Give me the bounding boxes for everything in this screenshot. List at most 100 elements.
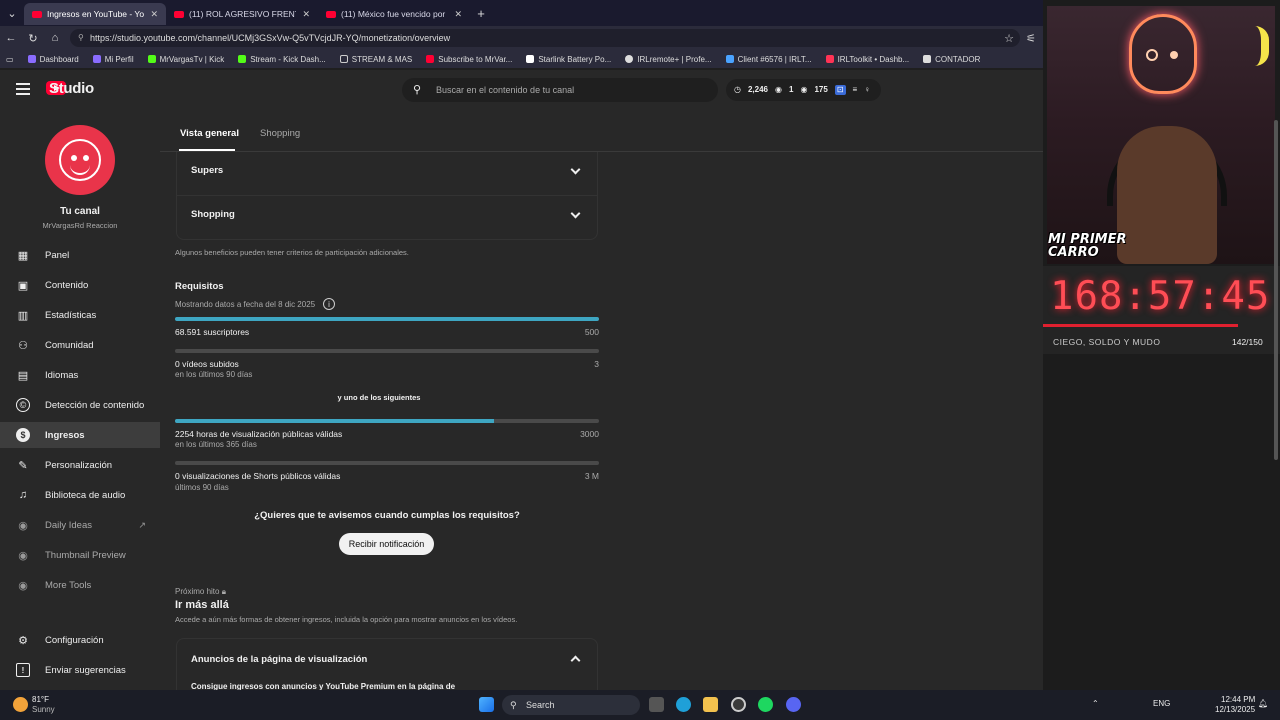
channel-avatar[interactable] bbox=[45, 125, 115, 195]
next-milestone-label: Próximo hito 🔒︎ bbox=[175, 587, 226, 596]
sidebar-item-daily-ideas[interactable]: ◉ Daily Ideas ↗ bbox=[0, 512, 160, 538]
file-explorer-icon[interactable] bbox=[703, 697, 718, 712]
banana-icon bbox=[1255, 26, 1269, 66]
favorite-star-icon[interactable]: ☆ bbox=[998, 32, 1020, 45]
studio-logo[interactable]: Studio bbox=[46, 80, 94, 97]
audio-library-icon: ♫ bbox=[18, 489, 28, 501]
close-tab-icon[interactable]: ✕ bbox=[302, 9, 310, 20]
url-field[interactable]: ⚲ https://studio.youtube.com/channel/UCM… bbox=[70, 29, 1020, 47]
active-tab-indicator bbox=[179, 149, 235, 151]
youtube-icon bbox=[326, 10, 336, 18]
spotify-icon[interactable] bbox=[758, 697, 773, 712]
sidebar-item-analytics[interactable]: ▥ Estadísticas bbox=[0, 302, 160, 328]
bookmark-menu-icon[interactable]: ▭ bbox=[6, 55, 14, 64]
search-icon: ⚲ bbox=[413, 84, 422, 96]
search-input[interactable]: ⚲ Buscar en el contenido de tu canal bbox=[402, 78, 718, 102]
overlay-title: MI PRIMER CARRO bbox=[1048, 232, 1127, 260]
new-tab-button[interactable]: + bbox=[470, 6, 492, 21]
discord-icon[interactable] bbox=[786, 697, 801, 712]
tray-chevron-icon[interactable]: ⌃ bbox=[1092, 699, 1099, 708]
bookmark-item[interactable]: Client #6576 | IRLT... bbox=[725, 55, 812, 64]
timer-count: 142/150 bbox=[1232, 337, 1263, 347]
chevron-down-icon bbox=[570, 164, 581, 175]
menu-icon[interactable] bbox=[16, 83, 30, 95]
taskbar-search[interactable]: ⚲ Search bbox=[502, 695, 640, 715]
info-icon[interactable]: i bbox=[323, 298, 335, 310]
bookmark-item[interactable]: MrVargasTv | Kick bbox=[147, 55, 224, 64]
bookmark-folder[interactable]: STREAM & MAS bbox=[339, 55, 412, 64]
bookmark-favicon bbox=[825, 55, 834, 63]
accordion-watch-page-ads[interactable]: Anuncios de la página de visualización C… bbox=[176, 638, 598, 691]
notify-button[interactable]: Recibir notificación bbox=[339, 533, 434, 555]
bookmark-item[interactable]: Dashboard bbox=[27, 55, 79, 64]
tab-overview[interactable]: Vista general bbox=[180, 128, 239, 139]
close-tab-icon[interactable]: ✕ bbox=[454, 9, 462, 20]
reload-icon[interactable]: ↻ bbox=[22, 32, 44, 45]
more-tools-icon: ◉ bbox=[18, 579, 28, 592]
feedback-icon: ! bbox=[16, 663, 30, 677]
weather-sun-icon[interactable] bbox=[13, 697, 28, 712]
bookmark-item[interactable]: CONTADOR bbox=[923, 55, 980, 64]
tab-list-chevron-icon[interactable]: ⌄ bbox=[0, 7, 24, 20]
sidebar-item-customization[interactable]: ✎ Personalización bbox=[0, 452, 160, 478]
shorts-views-sub: últimos 90 días bbox=[175, 483, 229, 492]
sidebar-item-community[interactable]: ⚇ Comunidad bbox=[0, 332, 160, 358]
content-tabs: Vista general Shopping bbox=[160, 112, 1043, 152]
bookmark-item[interactable]: Mi Perfil bbox=[92, 55, 134, 64]
accordion-supers[interactable]: Supers bbox=[176, 152, 598, 196]
studio-header: Studio ⚲ Buscar en el contenido de tu ca… bbox=[0, 70, 1043, 112]
sidebar-item-content-detection[interactable]: © Detección de contenido bbox=[0, 392, 160, 418]
chrome-icon[interactable] bbox=[731, 697, 746, 712]
external-link-icon: ↗ bbox=[138, 519, 146, 530]
site-info-icon[interactable]: ⚲ bbox=[78, 29, 84, 47]
extensions-icon[interactable]: ⚟ bbox=[1020, 32, 1042, 45]
search-icon: ⚲ bbox=[510, 700, 517, 710]
sidebar-item-thumbnail-preview[interactable]: ◉ Thumbnail Preview bbox=[0, 542, 160, 568]
notification-bell-icon[interactable]: 🔔︎ bbox=[1258, 699, 1268, 708]
progress-subscribers bbox=[175, 317, 599, 321]
sidebar-item-audio-library[interactable]: ♫ Biblioteca de audio bbox=[0, 482, 160, 508]
watch-hours-target: 3000 bbox=[580, 429, 599, 439]
edge-icon[interactable] bbox=[676, 697, 691, 712]
list-icon[interactable]: ≡ bbox=[853, 79, 858, 101]
timer-progress-line bbox=[1043, 324, 1238, 327]
accordion-shopping[interactable]: Shopping bbox=[176, 196, 598, 240]
back-icon[interactable]: ← bbox=[0, 32, 22, 44]
watch-hours-sub: en los últimos 365 días bbox=[175, 440, 257, 449]
windows-start-icon[interactable] bbox=[479, 697, 494, 712]
scrollbar[interactable] bbox=[1274, 120, 1278, 460]
extension-icon[interactable]: ⊡ bbox=[834, 85, 846, 95]
sidebar-item-settings[interactable]: ⚙ Configuración bbox=[0, 627, 160, 653]
views-icon: ◉ bbox=[800, 85, 808, 94]
bookmark-item[interactable]: Starlink Battery Po... bbox=[526, 55, 611, 64]
watch-hours-label: 2254 horas de visualización públicas vál… bbox=[175, 429, 343, 439]
home-icon[interactable]: ⌂ bbox=[44, 32, 66, 44]
bookmark-item[interactable]: IRLremote+ | Profe... bbox=[625, 55, 712, 64]
channel-name: MrVargasRd Reaccion bbox=[42, 221, 118, 230]
folder-icon bbox=[339, 55, 348, 63]
trophy-icon[interactable]: ♀ bbox=[864, 79, 870, 101]
bookmark-item[interactable]: Subscribe to MrVar... bbox=[426, 55, 512, 64]
sidebar-item-earn[interactable]: $ Ingresos bbox=[0, 422, 160, 448]
sidebar-item-feedback[interactable]: ! Enviar sugerencias bbox=[0, 657, 160, 683]
browser-tab[interactable]: (11) México fue vencido por los N ✕ bbox=[318, 3, 470, 25]
browser-tab[interactable]: Ingresos en YouTube - YouTube St ✕ bbox=[24, 3, 166, 25]
sidebar-item-panel[interactable]: ▦ Panel bbox=[0, 242, 160, 268]
content-icon: ▣ bbox=[17, 279, 29, 292]
bookmark-item[interactable]: Stream - Kick Dash... bbox=[238, 55, 326, 64]
neon-sign-icon bbox=[1129, 14, 1197, 94]
videos-target: 3 bbox=[594, 359, 599, 369]
notify-question: ¿Quieres que te avisemos cuando cumplas … bbox=[254, 510, 520, 521]
tray-language[interactable]: ENG bbox=[1153, 699, 1170, 708]
bookmark-item[interactable]: IRLToolkit • Dashb... bbox=[825, 55, 909, 64]
browser-tab[interactable]: (11) ROL AGRESIVO FRENTE A PO ✕ bbox=[166, 3, 318, 25]
subscribers-target: 500 bbox=[584, 327, 599, 337]
sidebar-item-content[interactable]: ▣ Contenido bbox=[0, 272, 160, 298]
tab-shopping[interactable]: Shopping bbox=[260, 128, 300, 139]
channel-stats-widget[interactable]: ◷ 2,246 ◉ 1 ◉ 175 ⊡ ≡ ♀ bbox=[726, 79, 881, 101]
close-tab-icon[interactable]: ✕ bbox=[150, 9, 158, 20]
task-view-icon[interactable] bbox=[649, 697, 664, 712]
chevron-up-icon bbox=[570, 655, 581, 666]
sidebar-item-more-tools[interactable]: ◉ More Tools bbox=[0, 572, 160, 598]
sidebar-item-languages[interactable]: ▤ Idiomas bbox=[0, 362, 160, 388]
